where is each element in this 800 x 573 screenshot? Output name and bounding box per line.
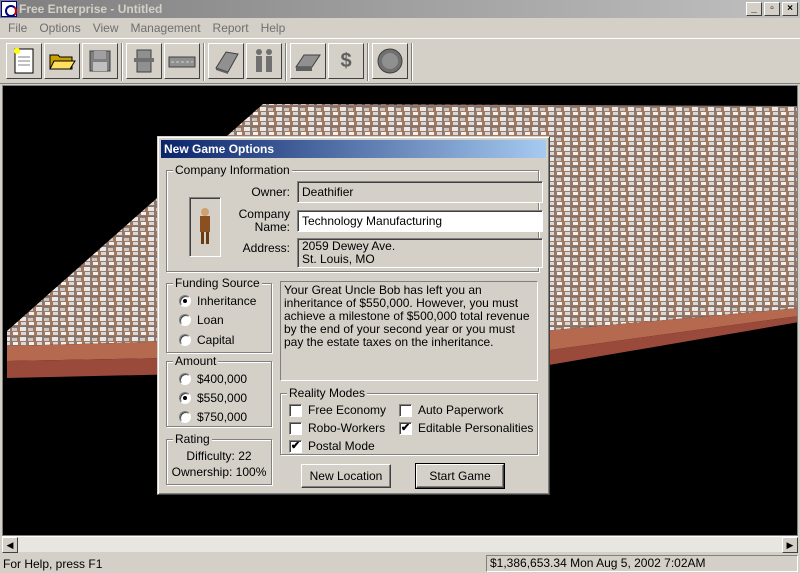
owner-portrait[interactable] [189, 197, 221, 257]
owner-label: Owner: [251, 185, 290, 199]
road-button[interactable] [164, 43, 200, 79]
status-bar: For Help, press F1 $1,386,653.34 Mon Aug… [0, 554, 800, 573]
minimize-button[interactable]: _ [746, 2, 762, 16]
funding-capital-radio[interactable]: Capital [179, 333, 234, 347]
scroll-right-button[interactable]: ▶ [782, 537, 798, 553]
status-help-text: For Help, press F1 [3, 556, 103, 571]
funding-loan-radio[interactable]: Loan [179, 313, 224, 327]
dollar-icon: $ [340, 49, 352, 72]
window-title: Free Enterprise - Untitled [19, 2, 163, 16]
amount-550000-radio[interactable]: $550,000 [179, 391, 247, 405]
road-icon [168, 56, 196, 68]
amount-400000-radio[interactable]: $400,000 [179, 372, 247, 386]
people-icon [256, 49, 272, 72]
menu-help[interactable]: Help [255, 21, 292, 35]
toolbar-separator [367, 43, 369, 81]
funding-source-group: Funding Source Inheritance Loan Capital [166, 276, 272, 353]
amount-750000-radio[interactable]: $750,000 [179, 410, 247, 424]
toolbar-separator [203, 43, 205, 81]
toolbar-separator [121, 43, 123, 81]
book-button[interactable] [208, 43, 244, 79]
reality-modes-label: Reality Modes [287, 386, 368, 400]
rating-label: Rating [173, 432, 212, 446]
start-game-button[interactable]: Start Game [415, 463, 505, 489]
finance-button[interactable]: $ [328, 43, 364, 79]
toolbar: $ [0, 38, 800, 84]
company-name-label-2: Name: [254, 220, 290, 234]
globe-button[interactable] [372, 43, 408, 79]
save-button[interactable] [82, 43, 118, 79]
status-money-date: $1,386,653.34 Mon Aug 5, 2002 7:02AM [486, 555, 798, 572]
address-line-2: St. Louis, MO [302, 252, 375, 266]
menu-management[interactable]: Management [125, 21, 207, 35]
funding-source-label: Funding Source [173, 276, 262, 290]
funding-inheritance-radio[interactable]: Inheritance [179, 294, 256, 308]
box-button[interactable] [290, 43, 326, 79]
building-icon [134, 49, 154, 73]
building-button[interactable] [126, 43, 162, 79]
maximize-button[interactable]: ▫ [764, 2, 780, 16]
scenario-description: Your Great Uncle Bob has left you an inh… [280, 281, 538, 381]
robo-workers-checkbox[interactable]: Robo-Workers [289, 421, 385, 435]
rating-group: Rating Difficulty: 22 Ownership: 100% [166, 432, 272, 485]
amount-label: Amount [173, 354, 219, 368]
difficulty-text: Difficulty: 22 [186, 449, 252, 463]
menu-view[interactable]: View [87, 21, 125, 35]
reality-modes-group: Reality Modes Free Economy Robo-Workers … [280, 386, 538, 455]
new-file-button[interactable] [6, 43, 42, 79]
app-icon[interactable] [1, 1, 17, 17]
company-info-label: Company Information [173, 163, 292, 177]
menu-file[interactable]: File [2, 21, 33, 35]
postal-mode-checkbox[interactable]: ✔ Postal Mode [289, 439, 375, 453]
people-button[interactable] [246, 43, 282, 79]
company-name-input[interactable]: Technology Manufacturing [297, 210, 543, 232]
close-button[interactable]: × [782, 2, 798, 16]
menu-report[interactable]: Report [207, 21, 255, 35]
amount-group: Amount $400,000 $550,000 $750,000 [166, 354, 272, 427]
editable-personalities-checkbox[interactable]: ✔ Editable Personalities [399, 421, 533, 435]
company-name-label-1: Company [238, 207, 290, 221]
person-icon [200, 208, 210, 244]
horizontal-scrollbar[interactable]: ◀ ▶ [2, 536, 798, 553]
free-economy-checkbox[interactable]: Free Economy [289, 403, 386, 417]
scroll-left-button[interactable]: ◀ [2, 537, 18, 553]
new-game-dialog: New Game Options Company Information Own… [157, 136, 550, 495]
window-titlebar[interactable]: Free Enterprise - Untitled _ ▫ × [0, 0, 800, 18]
address-label: Address: [242, 241, 290, 255]
menu-bar: File Options View Management Report Help [0, 18, 800, 38]
box-icon [295, 54, 321, 71]
ownership-text: Ownership: 100% [171, 465, 267, 479]
auto-paperwork-checkbox[interactable]: Auto Paperwork [399, 403, 503, 417]
open-folder-icon [49, 54, 76, 70]
address-field: 2059 Dewey Ave. St. Louis, MO [297, 238, 543, 268]
dialog-title[interactable]: New Game Options [161, 140, 546, 158]
toolbar-separator [285, 43, 287, 81]
toolbar-separator [411, 43, 413, 81]
owner-field: Deathifier [297, 181, 543, 203]
save-disk-icon [89, 50, 111, 72]
company-info-group: Company Information Owner: Deathifier Co… [166, 163, 543, 272]
new-file-icon [14, 48, 34, 74]
open-folder-button[interactable] [44, 43, 80, 79]
globe-icon [377, 48, 403, 74]
book-icon [215, 51, 239, 74]
new-location-button[interactable]: New Location [301, 464, 391, 488]
menu-options[interactable]: Options [33, 21, 86, 35]
